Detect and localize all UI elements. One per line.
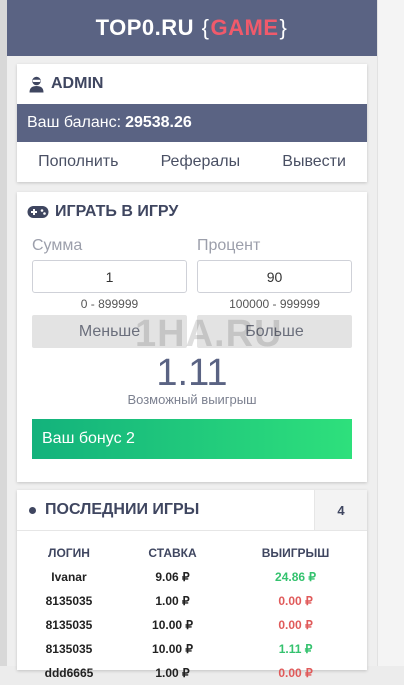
sum-range: 0 - 899999 (80, 297, 139, 311)
last-games-header: ПОСЛЕДНИИ ИГРЫ 4 (17, 490, 367, 531)
last-games-table: ЛОГИН СТАВКА ВЫИГРЫШ Ivanar 9.06 ₽ 24.86 ₽… (17, 541, 367, 685)
game-card: ИГРАТЬ В ИГРУ Сумма 1 0 - 899999 Меньше … (17, 192, 367, 482)
table-row: ddd6665 1.00 ₽ 0.00 ₽ (17, 661, 367, 685)
cell-win: 1.11 ₽ (278, 642, 313, 656)
user-ninja-icon (27, 75, 45, 93)
more-button[interactable]: Больше (197, 315, 352, 348)
possible-win-caption: Возможный выигрыш (127, 392, 257, 407)
column-bet: СТАВКА (148, 546, 197, 560)
brand-open-brace: { (201, 15, 210, 40)
last-games-count: 4 (314, 490, 367, 530)
last-games-title: ПОСЛЕДНИИ ИГРЫ (17, 501, 314, 519)
table-row: 8135035 1.00 ₽ 0.00 ₽ (17, 589, 367, 613)
cell-bet: 9.06 ₽ (155, 570, 190, 584)
game-title-text: ИГРАТЬ В ИГРУ (55, 203, 179, 220)
column-login: ЛОГИН (48, 546, 90, 560)
app-container: TOP0.RU { GAME } ADMIN Ваш баланс: 29538… (7, 0, 377, 680)
sum-input[interactable]: 1 (32, 260, 187, 293)
game-title: ИГРАТЬ В ИГРУ (17, 192, 367, 232)
percent-range: 100000 - 999999 (229, 297, 320, 311)
column-win: ВЫИГРЫШ (261, 546, 330, 560)
cell-bet: 10.00 ₽ (152, 618, 194, 632)
account-actions: Пополнить Рефералы Вывести (17, 142, 367, 182)
account-card: ADMIN Ваш баланс: 29538.26 Пополнить Реф… (17, 64, 367, 182)
balance-label: Ваш баланс: (27, 114, 122, 131)
site-header[interactable]: TOP0.RU { GAME } (7, 0, 377, 56)
withdraw-link[interactable]: Вывести (282, 153, 346, 171)
gamepad-icon (27, 203, 49, 221)
referrals-link[interactable]: Рефералы (161, 153, 241, 171)
brand-close-brace: } (279, 15, 288, 40)
username: ADMIN (51, 75, 104, 92)
percent-column: Процент 90 100000 - 999999 Больше (197, 232, 352, 348)
percent-input[interactable]: 90 (197, 260, 352, 293)
brand-name: TOP0.RU (95, 15, 195, 40)
table-header-row: ЛОГИН СТАВКА ВЫИГРЫШ (17, 541, 367, 565)
cell-bet: 1.00 ₽ (155, 666, 190, 680)
brand-game: GAME (210, 15, 279, 40)
last-games-title-text: ПОСЛЕДНИИ ИГРЫ (45, 501, 200, 518)
table-row: 8135035 10.00 ₽ 0.00 ₽ (17, 613, 367, 637)
possible-win-value: 1.11 (156, 352, 228, 394)
cell-login: ddd6665 (44, 666, 94, 680)
cell-login: 8135035 (45, 642, 93, 656)
balance-value: 29538.26 (125, 114, 192, 131)
cell-login: 8135035 (45, 594, 93, 608)
balance-bar: Ваш баланс: 29538.26 (17, 104, 367, 142)
bet-inputs-row: Сумма 1 0 - 899999 Меньше Процент 90 100… (17, 232, 367, 348)
cell-win: 0.00 ₽ (278, 666, 313, 680)
percent-label: Процент (197, 237, 261, 254)
cell-win: 24.86 ₽ (275, 570, 317, 584)
table-row: 8135035 10.00 ₽ 1.11 ₽ (17, 637, 367, 661)
sum-column: Сумма 1 0 - 899999 Меньше (32, 232, 187, 348)
table-row: Ivanar 9.06 ₽ 24.86 ₽ (17, 565, 367, 589)
left-rail (0, 0, 7, 666)
bonus-banner[interactable]: Ваш бонус 2 (32, 419, 352, 459)
less-button[interactable]: Меньше (32, 315, 187, 348)
account-title: ADMIN (17, 64, 367, 104)
deposit-link[interactable]: Пополнить (38, 153, 118, 171)
cell-login: Ivanar (51, 570, 87, 584)
last-games-rows: Ivanar 9.06 ₽24.86 ₽8135035 1.00 ₽0.00 ₽81… (17, 565, 367, 685)
sum-label: Сумма (32, 237, 83, 254)
cell-bet: 1.00 ₽ (155, 594, 190, 608)
last-games-card: ПОСЛЕДНИИ ИГРЫ 4 ЛОГИН СТАВКА ВЫИГРЫШ Iv… (17, 490, 367, 680)
bullet-icon (29, 506, 36, 514)
cell-win: 0.00 ₽ (278, 618, 313, 632)
cell-login: 8135035 (45, 618, 93, 632)
right-rail (377, 0, 404, 666)
cell-win: 0.00 ₽ (278, 594, 313, 608)
cell-bet: 10.00 ₽ (152, 642, 194, 656)
